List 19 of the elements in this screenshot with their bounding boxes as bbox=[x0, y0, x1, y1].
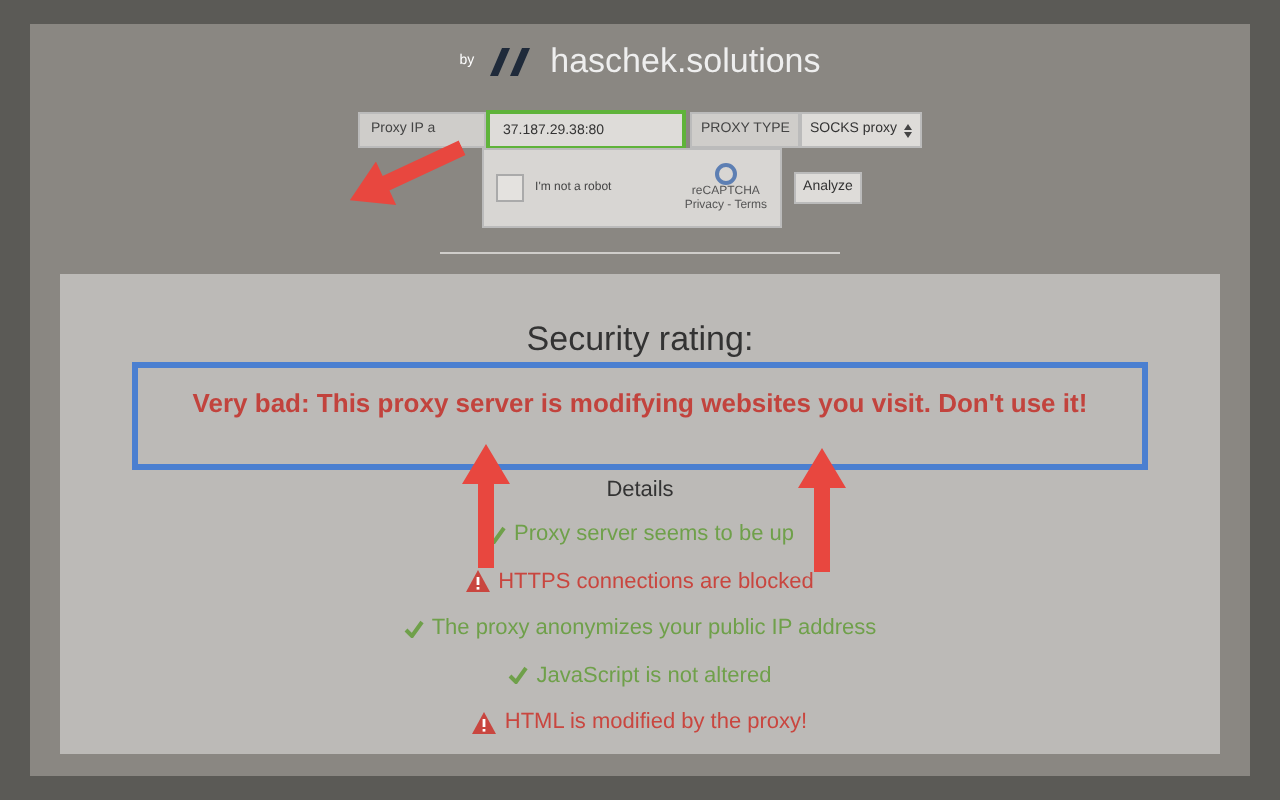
check-icon bbox=[403, 619, 424, 638]
warning-icon bbox=[472, 711, 497, 734]
captcha-logo-icon bbox=[713, 162, 738, 186]
details-heading: Details bbox=[606, 475, 674, 505]
verdict-text: Very bad: This proxy server is modifying websites you visit. Don't use it! bbox=[192, 385, 1088, 422]
rating-heading: Security rating: bbox=[526, 318, 754, 362]
detail-text: HTTPS connections are blocked bbox=[498, 567, 814, 597]
detail-text: Proxy server seems to be up bbox=[513, 520, 794, 550]
annotation-arrow bbox=[798, 448, 846, 572]
annotation-arrow bbox=[462, 444, 510, 568]
detail-text: The proxy anonymizes your public IP address bbox=[431, 614, 877, 644]
brand-name: haschek.solutions bbox=[550, 40, 821, 85]
detail-text: HTML is modified by the proxy! bbox=[504, 708, 808, 738]
check-icon bbox=[508, 666, 529, 685]
logo-icon bbox=[490, 48, 535, 76]
warning-icon bbox=[466, 570, 491, 593]
detail-text: JavaScript is not altered bbox=[536, 661, 772, 691]
captcha-checkbox[interactable] bbox=[495, 174, 524, 202]
updown-caret-icon bbox=[903, 123, 912, 137]
